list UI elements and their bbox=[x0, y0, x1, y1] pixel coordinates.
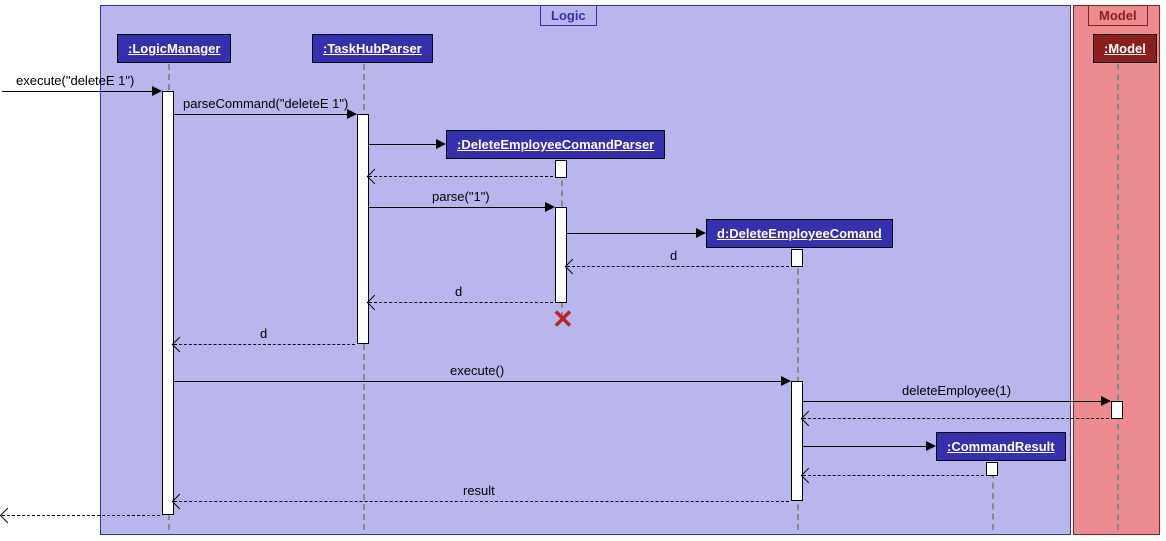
arrow-m5 bbox=[803, 401, 1109, 402]
msg-r3: d bbox=[260, 326, 267, 341]
lifeline-deleteparser: :DeleteEmployeeComandParser bbox=[446, 130, 665, 159]
lifeline-line-model bbox=[1117, 64, 1119, 530]
msg-parsecommand: parseCommand("deleteE 1") bbox=[183, 96, 348, 111]
arrow-ret-dp bbox=[369, 176, 553, 177]
arrow-m3 bbox=[369, 207, 553, 208]
arrow-create-dp bbox=[369, 144, 444, 145]
activation-lm bbox=[162, 91, 174, 515]
activation-dp2 bbox=[555, 207, 567, 303]
arrowhead-final bbox=[0, 508, 15, 524]
msg-result: result bbox=[463, 483, 495, 498]
lifeline-model: :Model bbox=[1093, 34, 1157, 63]
msg-execute2: execute() bbox=[450, 363, 504, 378]
frame-model-text: Model bbox=[1099, 8, 1137, 23]
arrowhead-m3 bbox=[545, 202, 555, 212]
arrow-ret-cr bbox=[803, 475, 984, 476]
frame-logic bbox=[100, 5, 1071, 535]
arrow-m2 bbox=[174, 114, 355, 115]
activation-cr bbox=[986, 462, 998, 476]
arrowhead-create-dp bbox=[436, 139, 446, 149]
lifeline-deletecommand: d:DeleteEmployeeComand bbox=[706, 219, 893, 248]
arrowhead-create-cr bbox=[926, 441, 936, 451]
lifeline-logicmanager: :LogicManager bbox=[117, 34, 231, 63]
arrowhead-m2 bbox=[347, 109, 357, 119]
frame-model-label: Model bbox=[1088, 5, 1148, 26]
arrow-create-cr bbox=[803, 446, 934, 447]
arrow-r2 bbox=[369, 302, 553, 303]
activation-dp1 bbox=[555, 160, 567, 178]
arrow-result bbox=[174, 501, 789, 502]
arrowhead-create-dc bbox=[696, 228, 706, 238]
activation-dc1 bbox=[791, 249, 803, 267]
activation-thp bbox=[357, 114, 369, 344]
arrow-m1 bbox=[2, 91, 160, 92]
arrow-final bbox=[2, 515, 160, 516]
destroy-icon: ✕ bbox=[552, 306, 574, 332]
arrow-r1 bbox=[567, 266, 789, 267]
lifeline-taskhubparser: :TaskHubParser bbox=[312, 34, 433, 63]
arrow-m4 bbox=[174, 381, 789, 382]
arrow-ret-model bbox=[803, 418, 1109, 419]
msg-deleteemp: deleteEmployee(1) bbox=[902, 383, 1011, 398]
msg-r1: d bbox=[670, 248, 677, 263]
arrowhead-m4 bbox=[781, 376, 791, 386]
msg-parse: parse("1") bbox=[432, 189, 490, 204]
arrowhead-m1 bbox=[152, 86, 162, 96]
sequence-diagram: Logic Model :LogicManager :TaskHubParser… bbox=[0, 0, 1166, 541]
arrow-r3 bbox=[174, 344, 355, 345]
msg-execute: execute("deleteE 1") bbox=[16, 73, 134, 88]
lifeline-commandresult: :CommandResult bbox=[936, 432, 1066, 461]
msg-r2: d bbox=[455, 284, 462, 299]
frame-logic-text: Logic bbox=[551, 8, 586, 23]
activation-model bbox=[1111, 401, 1123, 419]
activation-dc2 bbox=[791, 381, 803, 501]
frame-logic-label: Logic bbox=[540, 5, 597, 26]
arrowhead-m5 bbox=[1101, 396, 1111, 406]
arrow-create-dc bbox=[567, 233, 704, 234]
